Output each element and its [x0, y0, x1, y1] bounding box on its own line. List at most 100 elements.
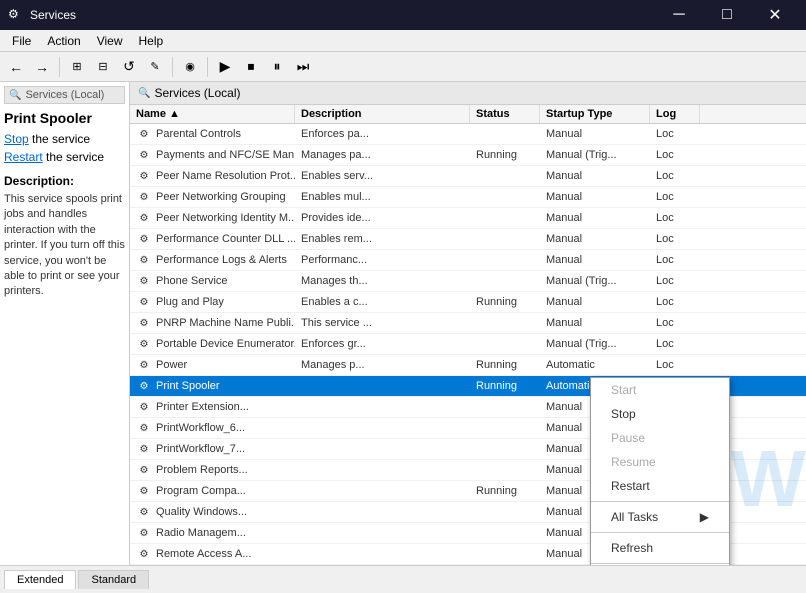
stop-action[interactable]: Stop the service — [4, 132, 125, 146]
tab-standard[interactable]: Standard — [78, 570, 149, 589]
service-desc-cell: This service ... — [295, 315, 470, 331]
table-row[interactable]: ⚙ Parental Controls Enforces pa... Manua… — [130, 124, 806, 145]
service-name-cell: ⚙ Remote Access A... — [130, 544, 295, 564]
stop-button[interactable]: ⏹ — [239, 55, 263, 79]
service-name-cell: ⚙ Portable Device Enumerator... — [130, 334, 295, 354]
play-button[interactable]: ▶ — [213, 55, 237, 79]
left-panel-header: 🔍 Services (Local) — [4, 86, 125, 104]
search-icon-right: 🔍 — [138, 88, 150, 99]
service-status-cell — [470, 468, 540, 472]
service-name-cell: ⚙ Print Spooler — [130, 376, 295, 396]
menu-action[interactable]: Action — [39, 32, 88, 50]
service-icon: ⚙ — [136, 231, 152, 247]
service-desc-cell: Manages pa... — [295, 147, 470, 163]
service-icon: ⚙ — [136, 168, 152, 184]
service-desc-cell — [295, 384, 470, 388]
service-name-cell: ⚙ PrintWorkflow_7... — [130, 439, 295, 459]
minimize-button[interactable]: ─ — [656, 0, 702, 30]
service-icon: ⚙ — [136, 441, 152, 457]
table-row[interactable]: ⚙ Peer Networking Grouping Enables mul..… — [130, 187, 806, 208]
maximize-button[interactable]: □ — [704, 0, 750, 30]
table-row[interactable]: ⚙ Performance Logs & Alerts Performanc..… — [130, 250, 806, 271]
col-header-name[interactable]: Name ▲ — [130, 105, 295, 123]
service-startup-cell: Manual — [540, 210, 650, 226]
service-icon: ⚙ — [136, 315, 152, 331]
col-header-desc[interactable]: Description — [295, 105, 470, 123]
service-log-cell: Loc — [650, 252, 700, 268]
service-name-cell: ⚙ Parental Controls — [130, 124, 295, 144]
context-menu-item[interactable]: All Tasks▶ — [591, 505, 729, 529]
forward-button[interactable]: → — [30, 55, 54, 79]
service-status-cell — [470, 279, 540, 283]
service-log-cell: Loc — [650, 147, 700, 163]
service-status-cell — [470, 321, 540, 325]
refresh-button[interactable]: ↺ — [117, 55, 141, 79]
service-icon: ⚙ — [136, 147, 152, 163]
table-row[interactable]: ⚙ Performance Counter DLL ... Enables re… — [130, 229, 806, 250]
right-panel-header: 🔍 Services (Local) — [130, 82, 806, 105]
toolbar-separator-2 — [172, 57, 173, 77]
pause-button[interactable]: ⏸ — [265, 55, 289, 79]
service-status-cell — [470, 405, 540, 409]
restart-action[interactable]: Restart the service — [4, 150, 125, 164]
close-button[interactable]: ✕ — [752, 0, 798, 30]
restart-link[interactable]: Restart — [4, 150, 43, 164]
service-name-cell: ⚙ Plug and Play — [130, 292, 295, 312]
service-desc-cell: Manages p... — [295, 357, 470, 373]
service-icon: ⚙ — [136, 336, 152, 352]
service-status-cell — [470, 237, 540, 241]
service-status-cell — [470, 447, 540, 451]
context-menu: StartStopPauseResumeRestartAll Tasks▶Ref… — [590, 377, 730, 565]
table-row[interactable]: ⚙ Peer Networking Identity M... Provides… — [130, 208, 806, 229]
context-menu-separator — [591, 563, 729, 564]
table-row[interactable]: ⚙ Phone Service Manages th... Manual (Tr… — [130, 271, 806, 292]
service-icon: ⚙ — [136, 357, 152, 373]
service-desc-cell: Enables a c... — [295, 294, 470, 310]
service-status-cell — [470, 258, 540, 262]
service-icon: ⚙ — [136, 252, 152, 268]
service-log-cell: Loc — [650, 336, 700, 352]
table-row[interactable]: ⚙ Portable Device Enumerator... Enforces… — [130, 334, 806, 355]
service-name-cell: ⚙ Peer Name Resolution Prot... — [130, 166, 295, 186]
service-status-cell — [470, 195, 540, 199]
service-icon: ⚙ — [136, 546, 152, 562]
context-menu-item[interactable]: Refresh — [591, 536, 729, 560]
service-icon: ⚙ — [136, 462, 152, 478]
up-folder-button[interactable]: ⊞ — [65, 55, 89, 79]
toolbar: ← → ⊞ ⊟ ↺ ✎ ◉ ▶ ⏹ ⏸ ⏭ — [0, 52, 806, 82]
service-log-cell: Loc — [650, 231, 700, 247]
menu-view[interactable]: View — [89, 32, 131, 50]
service-name-cell: ⚙ Peer Networking Grouping — [130, 187, 295, 207]
context-menu-item[interactable]: Stop — [591, 402, 729, 426]
table-header: Name ▲ Description Status Startup Type L… — [130, 105, 806, 124]
restart-button[interactable]: ⏭ — [291, 55, 315, 79]
table-row[interactable]: ⚙ Peer Name Resolution Prot... Enables s… — [130, 166, 806, 187]
menu-file[interactable]: File — [4, 32, 39, 50]
menu-help[interactable]: Help — [131, 32, 172, 50]
col-header-status[interactable]: Status — [470, 105, 540, 123]
service-desc-cell: Performanc... — [295, 252, 470, 268]
service-name-cell: ⚙ PNRP Machine Name Publi... — [130, 313, 295, 333]
back-button[interactable]: ← — [4, 55, 28, 79]
service-status-cell — [470, 552, 540, 556]
tab-extended[interactable]: Extended — [4, 570, 76, 589]
service-status-cell: Running — [470, 357, 540, 373]
toolbar-separator-1 — [59, 57, 60, 77]
service-status-cell — [470, 510, 540, 514]
context-menu-item: Resume — [591, 450, 729, 474]
stop-link[interactable]: Stop — [4, 132, 29, 146]
table-row[interactable]: ⚙ Power Manages p... Running Automatic L… — [130, 355, 806, 376]
export-button[interactable]: ✎ — [143, 55, 167, 79]
service-log-cell: Loc — [650, 168, 700, 184]
col-header-log[interactable]: Log — [650, 105, 700, 123]
service-desc-cell — [295, 510, 470, 514]
table-row[interactable]: ⚙ PNRP Machine Name Publi... This servic… — [130, 313, 806, 334]
restart-text: the service — [43, 150, 104, 164]
show-hide-button[interactable]: ⊟ — [91, 55, 115, 79]
context-menu-item[interactable]: Restart — [591, 474, 729, 498]
table-row[interactable]: ⚙ Plug and Play Enables a c... Running M… — [130, 292, 806, 313]
table-row[interactable]: ⚙ Payments and NFC/SE Man... Manages pa.… — [130, 145, 806, 166]
service-name-cell: ⚙ Quality Windows... — [130, 502, 295, 522]
col-header-startup[interactable]: Startup Type — [540, 105, 650, 123]
properties-button[interactable]: ◉ — [178, 55, 202, 79]
